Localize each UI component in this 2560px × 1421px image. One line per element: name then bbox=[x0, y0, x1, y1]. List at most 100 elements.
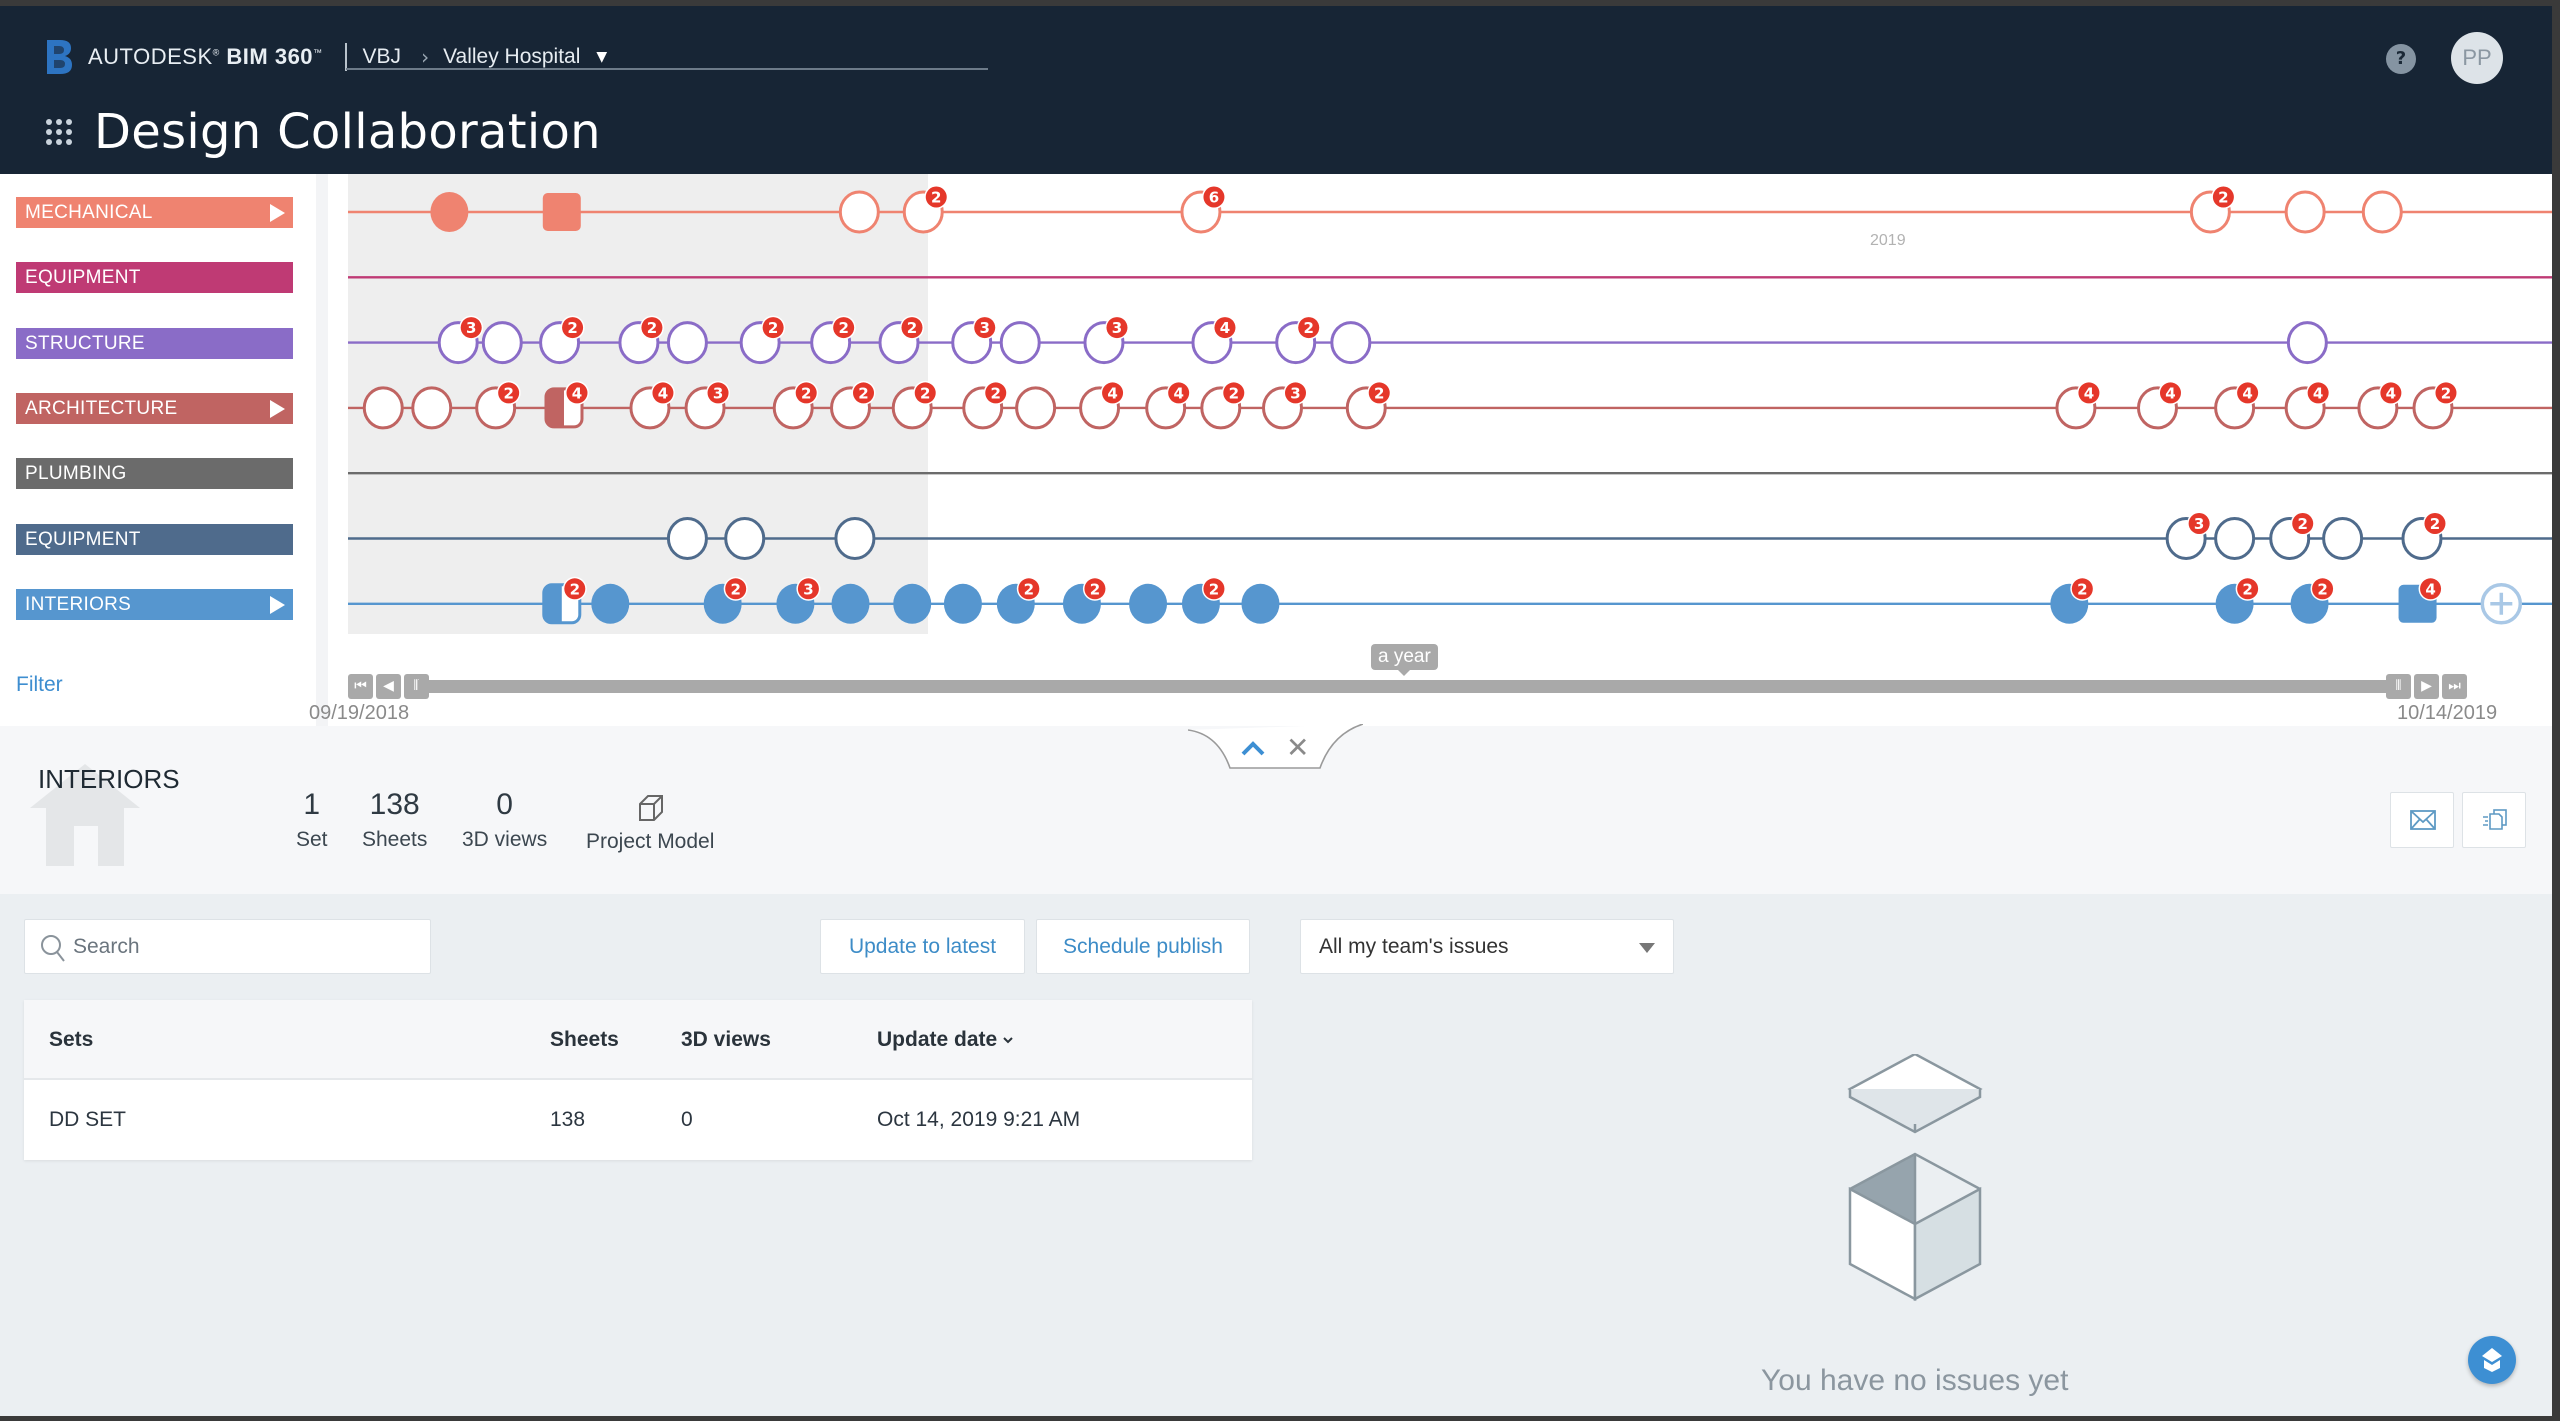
table-row[interactable]: DD SET 138 0 Oct 14, 2019 9:21 AM bbox=[24, 1080, 1252, 1160]
version-node[interactable]: 2 bbox=[2050, 576, 2095, 624]
project-dropdown-caret-icon[interactable]: ▼ bbox=[596, 49, 607, 65]
version-node[interactable] bbox=[2286, 321, 2328, 365]
version-node[interactable]: 2 bbox=[739, 315, 786, 365]
version-node[interactable]: 2 bbox=[1275, 315, 1321, 365]
version-node[interactable]: 6 bbox=[1180, 185, 1226, 234]
jump-start-icon[interactable]: ⏮ bbox=[348, 674, 373, 699]
version-node[interactable] bbox=[838, 190, 880, 234]
search-box[interactable] bbox=[24, 919, 431, 974]
version-node[interactable] bbox=[2284, 190, 2326, 234]
user-avatar[interactable]: PP bbox=[2451, 32, 2503, 84]
version-node[interactable] bbox=[724, 517, 766, 560]
version-node[interactable]: 3 bbox=[1083, 315, 1129, 365]
breadcrumb-project[interactable]: Valley Hospital bbox=[443, 45, 580, 69]
version-node[interactable] bbox=[1330, 321, 1372, 365]
version-node[interactable]: 4 bbox=[629, 380, 675, 430]
version-node[interactable] bbox=[666, 321, 708, 365]
version-node[interactable]: 2 bbox=[962, 380, 1008, 430]
version-node[interactable]: 2 bbox=[1181, 576, 1226, 624]
version-node[interactable] bbox=[893, 583, 932, 624]
timeline-scrubber[interactable]: ⏮ ◀ ⦀ a year ⦀ ▶ ⏭ bbox=[348, 644, 2467, 714]
step-back-icon[interactable]: ◀ bbox=[376, 674, 401, 699]
version-node[interactable]: 4 bbox=[1145, 380, 1191, 430]
lane-label-interiors[interactable]: INTERIORS bbox=[16, 588, 293, 620]
jump-end-icon[interactable]: ⏭ bbox=[2442, 674, 2467, 699]
version-node[interactable]: 3 bbox=[684, 380, 731, 430]
version-node[interactable] bbox=[2480, 583, 2523, 625]
version-node[interactable] bbox=[943, 583, 982, 624]
version-node[interactable]: 2 bbox=[1062, 576, 1107, 624]
version-node[interactable] bbox=[411, 386, 453, 430]
column-header-sets[interactable]: Sets bbox=[49, 1000, 93, 1080]
lane-label-plumbing[interactable]: PLUMBING bbox=[16, 458, 293, 490]
column-header-sheets[interactable]: Sheets bbox=[550, 1000, 619, 1080]
version-node[interactable]: 2 bbox=[1345, 380, 1392, 430]
version-node[interactable]: 2 bbox=[830, 380, 876, 430]
version-node[interactable]: 2 bbox=[2412, 380, 2458, 430]
version-node[interactable]: 2 bbox=[475, 380, 521, 430]
lane-label-architecture[interactable]: ARCHITECTURE bbox=[16, 392, 293, 424]
version-node[interactable]: 2 bbox=[772, 380, 819, 430]
version-node[interactable]: 2 bbox=[891, 380, 938, 430]
version-node[interactable] bbox=[2322, 517, 2364, 560]
version-node[interactable] bbox=[1015, 386, 1057, 430]
version-node[interactable]: 3 bbox=[437, 315, 484, 365]
version-node[interactable] bbox=[834, 517, 876, 560]
version-node[interactable]: 2 bbox=[1200, 380, 1246, 430]
breadcrumb-account[interactable]: VBJ bbox=[363, 45, 402, 69]
lane-label-structure[interactable]: STRUCTURE bbox=[16, 327, 293, 359]
version-node[interactable]: 4 bbox=[2284, 380, 2331, 430]
range-end-handle[interactable]: ⦀ bbox=[2386, 674, 2411, 699]
help-icon[interactable]: ? bbox=[2386, 44, 2416, 74]
version-node[interactable]: 3 bbox=[776, 576, 821, 624]
copy-button[interactable] bbox=[2462, 792, 2526, 848]
version-node[interactable]: 2 bbox=[618, 315, 664, 365]
lane-label-equipment[interactable]: EQUIPMENT bbox=[16, 262, 293, 294]
version-node[interactable]: 2 bbox=[703, 576, 748, 624]
version-node[interactable] bbox=[1129, 583, 1168, 624]
version-node[interactable] bbox=[999, 321, 1041, 365]
version-node[interactable]: 4 bbox=[2136, 380, 2183, 430]
version-node[interactable]: 2 bbox=[2189, 185, 2236, 234]
version-node[interactable]: 4 bbox=[1191, 315, 1237, 365]
version-node[interactable]: 2 bbox=[878, 315, 924, 365]
version-node[interactable] bbox=[591, 583, 630, 624]
version-node[interactable] bbox=[430, 192, 469, 232]
version-node[interactable]: 2 bbox=[996, 576, 1041, 624]
project-model-link[interactable]: Project Model bbox=[586, 792, 714, 854]
lane-label-mechanical[interactable]: MECHANICAL bbox=[16, 197, 293, 228]
version-node[interactable] bbox=[1241, 583, 1280, 624]
schedule-publish-button[interactable]: Schedule publish bbox=[1036, 919, 1250, 974]
close-icon[interactable]: ✕ bbox=[1286, 734, 1309, 762]
expand-arrow-icon[interactable] bbox=[270, 204, 285, 222]
expand-arrow-icon[interactable] bbox=[270, 595, 285, 614]
lane-label-equipment[interactable]: EQUIPMENT bbox=[16, 523, 293, 555]
version-node[interactable]: 2 bbox=[2215, 576, 2260, 624]
collapse-up-icon[interactable] bbox=[1240, 738, 1266, 758]
version-node[interactable]: 2 bbox=[2290, 576, 2335, 624]
version-node[interactable]: 4 bbox=[544, 380, 589, 429]
step-forward-icon[interactable]: ▶ bbox=[2414, 674, 2439, 699]
version-node[interactable] bbox=[666, 517, 708, 560]
version-node[interactable]: 2 bbox=[810, 315, 856, 365]
update-to-latest-button[interactable]: Update to latest bbox=[820, 919, 1025, 974]
version-node[interactable] bbox=[831, 583, 870, 624]
search-input[interactable] bbox=[73, 930, 413, 964]
version-node[interactable]: 4 bbox=[2055, 380, 2101, 430]
version-node[interactable]: 3 bbox=[951, 315, 997, 365]
issues-filter-select[interactable]: All my team's issues bbox=[1300, 919, 1674, 974]
column-header-update-date[interactable]: Update date bbox=[877, 1000, 1013, 1080]
version-node[interactable]: 3 bbox=[2165, 511, 2212, 560]
version-node[interactable]: 4 bbox=[1079, 380, 1125, 430]
version-node[interactable]: 2 bbox=[902, 185, 949, 234]
filter-link[interactable]: Filter bbox=[16, 673, 63, 697]
app-grid-icon[interactable] bbox=[46, 119, 72, 145]
expand-arrow-icon[interactable] bbox=[270, 399, 285, 418]
version-node[interactable]: 2 bbox=[2401, 511, 2447, 560]
range-bar[interactable] bbox=[418, 680, 2393, 693]
learning-button[interactable] bbox=[2468, 1336, 2516, 1384]
version-node[interactable]: 4 bbox=[2214, 380, 2260, 430]
version-node[interactable]: 3 bbox=[1261, 380, 1308, 430]
version-node[interactable] bbox=[542, 193, 581, 231]
version-node[interactable] bbox=[362, 386, 404, 430]
